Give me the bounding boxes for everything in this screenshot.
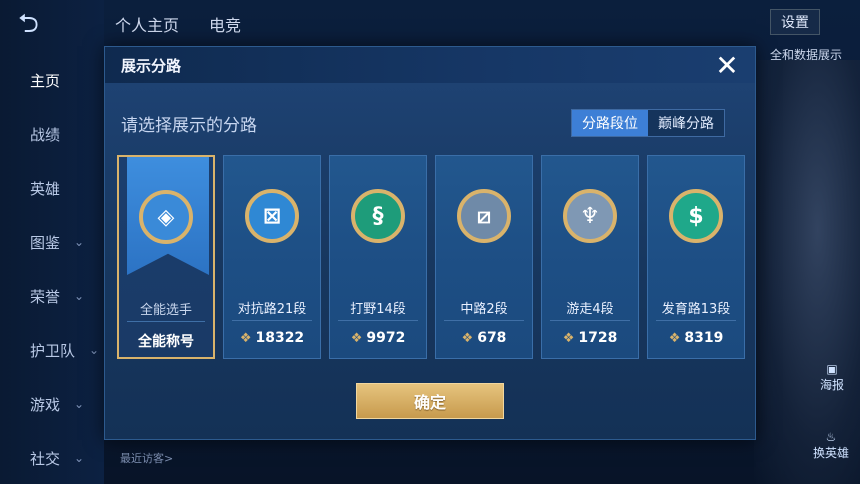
tab-lane-rank[interactable]: 分路段位 [572,110,648,136]
card-name: 中路2段 [460,302,508,317]
rank-chevron-icon: ❖ [350,331,363,346]
lane-card-all-round[interactable]: ◈ 全能选手 全能称号 [117,155,215,359]
rank-chevron-icon: ❖ [239,331,252,346]
chevron-down-icon: ⌄ [74,289,85,303]
card-divider [444,320,524,321]
top-right-area: 设置 [620,0,860,40]
lane-mode-toggle: 分路段位 巅峰分路 [571,109,725,137]
card-divider [232,320,312,321]
card-score: 9972 [366,330,406,346]
sidebar-item-label: 护卫队 [30,341,76,360]
card-divider [127,321,205,322]
sidebar-item-label: 荣誉 [30,287,61,306]
card-score: 678 [477,330,507,346]
lane-card-farm[interactable]: $ 发育路13段 ❖ 8319 [647,155,745,359]
modal-header: 展示分路 ✕ [105,47,755,83]
card-value: 全能称号 [138,334,194,350]
card-divider [656,320,736,321]
sidebar-item-label: 英雄 [30,179,61,198]
chevron-down-icon: ⌄ [89,343,100,357]
sidebar-item-record[interactable]: 战绩 [0,114,104,154]
lane-card-mid[interactable]: ⧄ 中路2段 ❖ 678 [435,155,533,359]
tab-esports[interactable]: 电竞 [209,12,241,36]
card-divider [550,320,630,321]
all-round-emblem-icon: ◈ [139,190,193,244]
modal-title: 展示分路 [121,57,182,75]
poster-icon: ▣ [826,362,838,376]
lane-card-roam[interactable]: ♆ 游走4段 ❖ 1728 [541,155,639,359]
lane-card-jungle[interactable]: § 打野14段 ❖ 9972 [329,155,427,359]
card-value: ❖ 678 [436,330,532,346]
card-name: 发育路13段 [661,302,731,317]
sidebar-item-label: 主页 [30,71,61,90]
jungle-emblem-icon: § [351,189,405,243]
chevron-down-icon: ⌄ [74,235,85,249]
settings-button[interactable]: 设置 [770,9,820,35]
card-score: 1728 [578,330,618,346]
confirm-button[interactable]: 确定 [356,383,504,419]
card-divider [338,320,418,321]
sidebar-item-hero[interactable]: 英雄 [0,168,104,208]
lane-card-clash[interactable]: ⊠ 对抗路21段 ❖ 18322 [223,155,321,359]
back-icon[interactable]: ⮌ [18,10,66,38]
background-art [754,60,860,484]
sidebar-item-label: 游戏 [30,395,61,414]
sidebar: ⮌ 主页 战绩 英雄 图鉴 ⌄ 荣誉 ⌄ 护卫队 ⌄ 游戏 ⌄ 社交 ⌄ [0,0,104,484]
close-icon[interactable]: ✕ [713,52,741,81]
sidebar-item-label: 社交 [30,449,61,468]
sidebar-item-game[interactable]: 游戏 ⌄ [0,384,104,424]
chevron-down-icon: ⌄ [74,397,85,411]
roam-emblem-icon: ♆ [563,189,617,243]
change-hero-label: 换英雄 [812,446,849,460]
card-value: ❖ 18322 [224,330,320,346]
farm-lane-emblem-icon: $ [669,189,723,243]
mid-lane-emblem-icon: ⧄ [457,189,511,243]
sidebar-item-label: 图鉴 [30,233,61,252]
change-hero-button[interactable]: ♨ 换英雄 [806,430,856,461]
tab-profile[interactable]: 个人主页 [115,12,179,36]
sidebar-item-home[interactable]: 主页 [0,60,104,100]
sidebar-item-label: 战绩 [30,125,61,144]
card-name: 对抗路21段 [237,302,307,317]
rank-chevron-icon: ❖ [668,331,681,346]
lane-cards: ◈ 全能选手 全能称号 ⊠ 对抗路21段 ❖ 18322 § 打野14段 ❖ 997… [117,155,747,359]
card-value: ❖ 8319 [648,330,744,346]
card-name: 全能选手 [139,303,192,318]
card-name: 打野14段 [350,302,406,317]
sidebar-item-codex[interactable]: 图鉴 ⌄ [0,222,104,262]
card-score: 18322 [255,330,305,346]
poster-button[interactable]: ▣ 海报 [812,362,852,393]
chevron-down-icon: ⌄ [74,451,85,465]
sidebar-item-social[interactable]: 社交 ⌄ [0,438,104,478]
rank-chevron-icon: ❖ [461,331,474,346]
sidebar-item-guard-team[interactable]: 护卫队 ⌄ [0,330,104,370]
recent-visitors-link[interactable]: 最近访客> [120,450,173,466]
modal-prompt: 请选择展示的分路 [121,116,257,136]
card-value: ❖ 9972 [330,330,426,346]
rank-chevron-icon: ❖ [562,331,575,346]
poster-label: 海报 [819,378,844,392]
display-lane-modal: 展示分路 ✕ 请选择展示的分路 分路段位 巅峰分路 ◈ 全能选手 全能称号 ⊠ … [104,46,756,440]
clash-lane-emblem-icon: ⊠ [245,189,299,243]
card-score: 8319 [684,330,724,346]
tab-peak-lane[interactable]: 巅峰分路 [648,110,724,136]
card-name: 游走4段 [566,302,614,317]
top-tabs: 个人主页 电竞 [115,12,241,36]
card-value: ❖ 1728 [542,330,638,346]
sidebar-item-honor[interactable]: 荣誉 ⌄ [0,276,104,316]
flame-icon: ♨ [825,430,837,444]
